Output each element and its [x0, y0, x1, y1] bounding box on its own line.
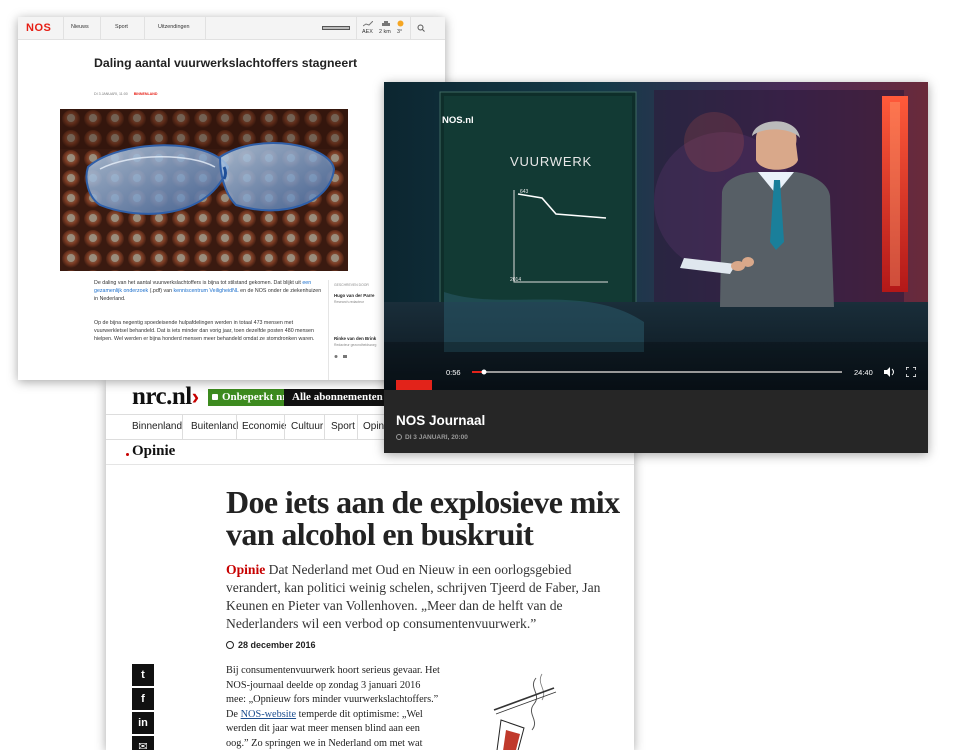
video-frame[interactable] — [384, 82, 928, 390]
nav-buitenland[interactable]: Buitenland — [191, 421, 238, 432]
nrc-logo-chevron: › — [191, 384, 199, 409]
nav-economie[interactable]: Economie — [242, 421, 286, 432]
video-title[interactable]: NOS Journaal — [396, 413, 485, 428]
author-social-icons[interactable] — [334, 354, 350, 359]
nrc-logo[interactable]: nrc.nl› — [132, 383, 199, 411]
nav-uitzendingen[interactable]: Uitzendingen — [158, 24, 189, 30]
nav-divider — [236, 415, 237, 439]
nav-divider — [324, 415, 325, 439]
byline-divider — [328, 280, 329, 380]
nav-divider — [205, 17, 206, 39]
article-lead: Opinie Dat Nederland met Oud en Nieuw in… — [226, 561, 626, 633]
ticker-traffic[interactable]: 2 km — [379, 29, 391, 35]
nav-sport[interactable]: Sport — [115, 24, 128, 30]
nav-divider — [410, 17, 411, 39]
nos-logo[interactable]: NOS — [26, 22, 51, 34]
time-elapsed: 0:56 — [446, 368, 461, 377]
clock-icon — [226, 641, 234, 649]
safety-goggles-photo — [60, 109, 348, 271]
linkedin-icon[interactable]: in — [132, 712, 154, 734]
nav-divider — [63, 17, 64, 39]
screen-graphic-title: VUURWERK — [510, 154, 593, 169]
all-subscriptions-button[interactable]: Alle abonnementen — [284, 389, 391, 406]
nav-divider — [356, 17, 357, 39]
article-body: Bij consumentenvuurwerk hoort serieus ge… — [226, 664, 441, 750]
nav-cultuur[interactable]: Cultuur — [291, 421, 323, 432]
article-date: 28 december 2016 — [226, 640, 316, 650]
nav-nieuws[interactable]: Nieuws — [71, 24, 89, 30]
nos-website-link[interactable]: NOS-website — [241, 709, 296, 720]
nos-partner-logo-icon — [322, 26, 350, 30]
article-meta: DI 3 JANUARI, 11:00 BINNENLAND — [94, 92, 157, 96]
nos-journaal-video-screenshot: NOS.nl VUURWERK 643 2014 0:56 24:40 NOS … — [384, 82, 928, 453]
nav-divider — [100, 17, 101, 39]
weather-sun-icon — [397, 20, 404, 27]
video-date-text: DI 3 JANUARI, 20:00 — [405, 434, 468, 441]
nos-article-screenshot: NOS Nieuws Sport Uitzendingen AEX 2 km 3… — [18, 17, 445, 380]
traffic-car-icon — [382, 21, 390, 26]
author-role: Research-redacteur — [334, 300, 364, 304]
search-icon[interactable] — [417, 24, 425, 32]
nav-divider — [182, 415, 183, 439]
nav-divider — [357, 415, 358, 439]
firework-illustration — [493, 673, 557, 750]
article-date-text: 28 december 2016 — [238, 640, 316, 650]
nav-divider — [144, 17, 145, 39]
article-paragraph-1: De daling van het aantal vuurwerkslachto… — [94, 279, 324, 303]
ticker-aex[interactable]: AEX — [362, 29, 373, 35]
byline-label: GESCHREVEN DOOR — [334, 283, 369, 287]
facebook-icon[interactable]: f — [132, 688, 154, 710]
section-label[interactable]: Opinie — [125, 443, 175, 460]
mail-icon[interactable]: ✉ — [132, 736, 154, 750]
volume-icon[interactable] — [884, 367, 896, 377]
clock-icon — [396, 434, 402, 440]
author-name[interactable]: Hugo van der Parre — [334, 293, 375, 298]
article-title: Daling aantal vuurwerkslachtoffers stagn… — [94, 56, 358, 70]
twitter-icon[interactable]: t — [132, 664, 154, 686]
article-category[interactable]: BINNENLAND — [134, 92, 158, 96]
nav-opinie[interactable]: Opini — [363, 421, 386, 432]
channel-bug: NOS.nl — [442, 115, 474, 126]
lead-tag[interactable]: Opinie — [226, 562, 265, 577]
stock-chart-icon — [363, 21, 373, 27]
screen-graphic-value: 643 — [520, 189, 529, 195]
lead-text: Dat Nederland met Oud en Nieuw in een oo… — [226, 562, 601, 631]
author-name[interactable]: Rinke van den Brink — [334, 336, 376, 341]
nav-binnenland[interactable]: Binnenland — [132, 421, 182, 432]
nos-navbar: NOS Nieuws Sport Uitzendingen AEX 2 km 3… — [18, 17, 445, 40]
paragraph-text: (.pdf) van — [148, 288, 174, 294]
author-role: Redacteur gezondheidszorg — [334, 343, 377, 347]
fullscreen-icon[interactable] — [906, 367, 916, 377]
section-divider — [106, 464, 634, 465]
article-date: DI 3 JANUARI, 11:00 — [94, 92, 128, 96]
article-headline: Doe iets aan de explosieve mix van alcoh… — [226, 484, 620, 552]
nav-divider — [284, 415, 285, 439]
ticker-weather[interactable]: 3° — [397, 29, 402, 35]
nav-sport[interactable]: Sport — [331, 421, 355, 432]
screen-graphic-year: 2014 — [510, 277, 522, 283]
article-paragraph-2: Op de bijna negentig spoedeisende hulpaf… — [94, 320, 315, 342]
video-date: DI 3 JANUARI, 20:00 — [396, 434, 468, 441]
veiligheidnl-link[interactable]: kenniscentrum VeiligheidNL — [174, 288, 239, 294]
paragraph-text: De daling van het aantal vuurwerkslachto… — [94, 280, 303, 286]
time-total: 24:40 — [854, 368, 873, 377]
